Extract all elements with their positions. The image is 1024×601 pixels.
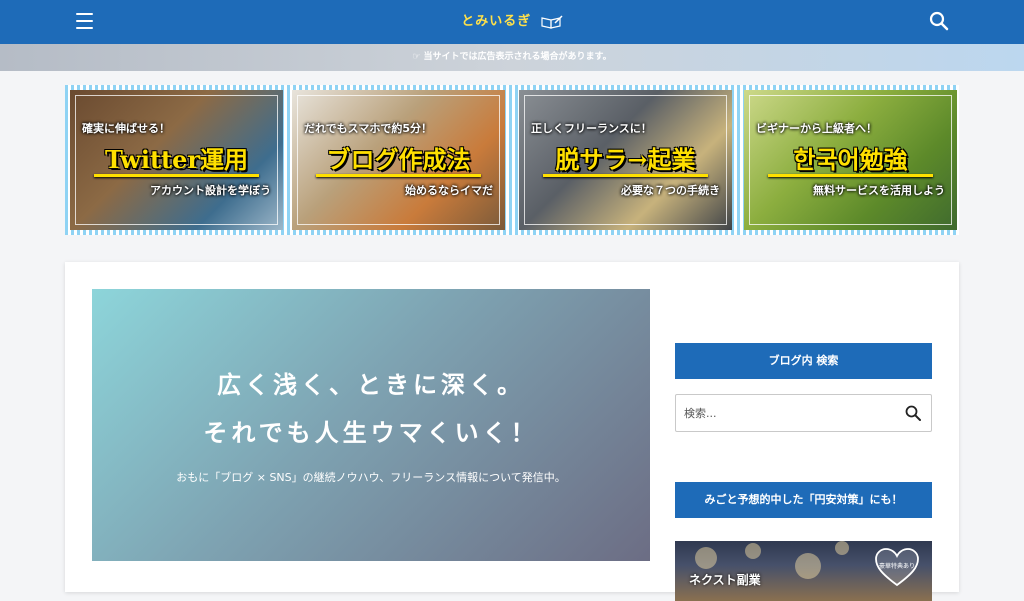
banner-sub-title: ビギナーから上級者へ！ (756, 122, 877, 135)
hero-heading-line1: 広く浅く、ときに深く。 (217, 371, 525, 399)
banner-sub-title: 確実に伸ばせる！ (82, 122, 170, 135)
banner-freelance[interactable]: 正しくフリーランスに！ 脱サラ→起業 必要な７つの手続き (519, 90, 732, 230)
main-content: 広く浅く、ときに深く。 それでも人生ウマくいく！ おもに「ブログ × SNS」の… (65, 262, 959, 601)
hero-card: 広く浅く、ときに深く。 それでも人生ウマくいく！ おもに「ブログ × SNS」の… (92, 289, 650, 561)
banner-sub-title: だれでもスマホで約5分！ (304, 122, 432, 135)
notice-text: ☞ 当サイトでは広告表示される場合があります。 (412, 52, 612, 62)
site-logo[interactable]: とみいるぎ (0, 0, 1024, 44)
promo-badge-text: 豪華特典あり (879, 562, 915, 570)
search-widget-title: ブログ内 検索 (675, 343, 932, 379)
sidebar-search (675, 394, 932, 432)
ad-notice-bar: ☞ 当サイトでは広告表示される場合があります。 (0, 44, 1024, 71)
site-header: とみいるぎ (0, 0, 1024, 44)
hero-description: おもに「ブログ × SNS」の継続ノウハウ、フリーランス情報について発信中。 (176, 471, 566, 484)
banner-korean[interactable]: ビギナーから上級者へ！ 한국어勉強 無料サービスを活用しよう (744, 90, 957, 230)
header-search-icon[interactable] (929, 11, 949, 31)
banner-caption: 無料サービスを活用しよう (813, 184, 945, 197)
banner-caption: 始めるならイマだ (405, 184, 493, 197)
hamburger-menu-icon[interactable] (76, 13, 93, 29)
open-book-pen-icon (541, 14, 563, 29)
banner-caption: アカウント設計を学ぼう (150, 184, 271, 197)
banner-main-title: Twitter運用 (104, 145, 249, 174)
banner-twitter[interactable]: 確実に伸ばせる！ Twitter運用 アカウント設計を学ぼう (70, 90, 283, 230)
banner-main-title: ブログ作成法 (326, 145, 471, 174)
heart-badge-icon: 豪華特典あり (875, 548, 919, 587)
promo-image[interactable]: 豪華特典あり ネクスト副業 (675, 541, 932, 601)
banner-main-title: 한국어勉強 (793, 145, 908, 174)
banner-sub-title: 正しくフリーランスに！ (531, 122, 652, 135)
hero-heading-line2: それでも人生ウマくいく！ (203, 419, 539, 447)
banner-main-title: 脱サラ→起業 (555, 145, 696, 174)
search-icon[interactable] (905, 405, 921, 421)
site-title-text: とみいるぎ (461, 14, 532, 29)
promo-widget-title: みごと予想的中した「円安対策」にも！ (675, 482, 932, 518)
featured-banner-strip: 確実に伸ばせる！ Twitter運用 アカウント設計を学ぼう だれでもスマホで約… (65, 85, 959, 235)
search-input[interactable] (676, 395, 899, 431)
banner-blog[interactable]: だれでもスマホで約5分！ ブログ作成法 始めるならイマだ (292, 90, 505, 230)
banner-caption: 必要な７つの手続き (621, 184, 720, 197)
